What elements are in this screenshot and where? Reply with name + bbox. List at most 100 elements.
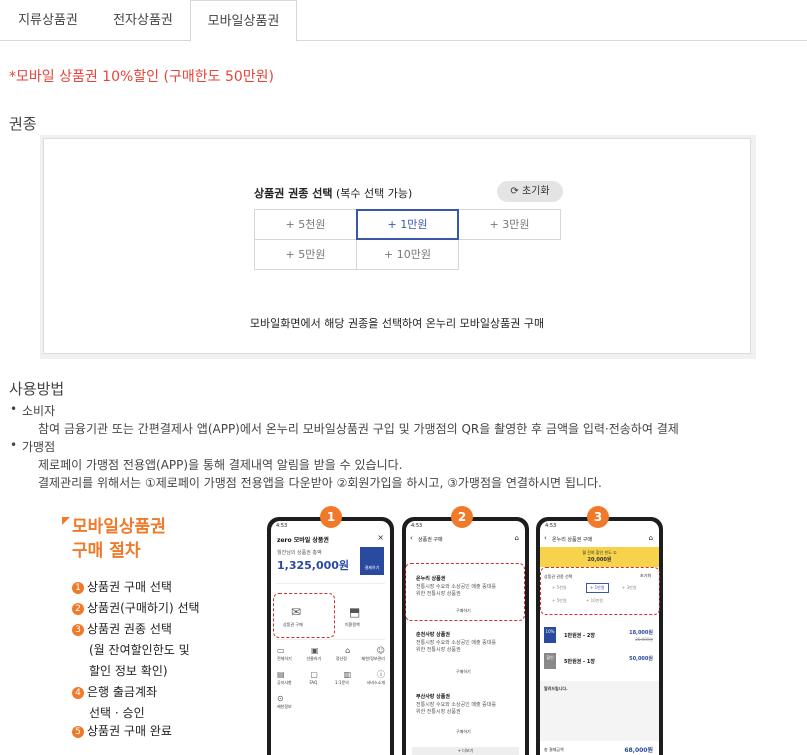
- divider: [276, 639, 385, 640]
- step-text: 은행 출금계좌: [87, 685, 158, 699]
- screen-title: 온누리 상품권 구매: [552, 537, 592, 543]
- step-text: 상품권 구매 선택: [87, 580, 172, 594]
- menu-icons-row-1: ▭ ▣ ⌂ ☺: [277, 647, 385, 655]
- step-number-icon: 4: [72, 687, 84, 699]
- step-4-sub: 선택 · 승인: [89, 706, 145, 720]
- megaphone-icon: ▤: [277, 670, 285, 679]
- step-5: 5 상품권 구매 완료: [72, 722, 172, 739]
- step-3-sub-2: 할인 정보 확인): [89, 664, 168, 678]
- step-3: 3 상품권 권종 선택: [72, 620, 172, 637]
- app-title: zero 모바일 상품권: [277, 537, 329, 544]
- plain-badge: 할인: [544, 653, 556, 669]
- panel-footer: 모바일화면에서 해당 권종을 선택하여 온누리 모바일상품권 구매: [249, 317, 545, 330]
- home-icon[interactable]: ⌂: [515, 534, 519, 542]
- voucher-busan[interactable]: 부산사랑 상품권: [416, 693, 450, 700]
- row2-price: 50,000원: [629, 656, 653, 662]
- more-button[interactable]: + 더보기: [412, 747, 519, 755]
- home-icon[interactable]: ⌂: [649, 534, 653, 542]
- buy-button[interactable]: 구매하기: [456, 729, 471, 735]
- wallet-icon: ▭: [277, 646, 285, 655]
- row1-original: 20,000원: [635, 637, 653, 642]
- pay-button[interactable]: 결제하기: [360, 547, 384, 575]
- faq-icon: ▢: [310, 670, 318, 679]
- tab-mobile-voucher[interactable]: 모바일상품권: [190, 0, 297, 42]
- step-3-sub-1: (월 잔여할인한도 및: [89, 643, 190, 657]
- phone-screenshot-3: 4:53 ‹ 온누리 상품권 구매 ⌂ 월 잔여 할인 한도 ① 20,000원…: [536, 517, 663, 755]
- panel-heading-bold: 상품권 권종 선택: [254, 187, 333, 200]
- panel-heading-note: (복수 선택 가능): [332, 187, 413, 200]
- balance-label: 월잔님의 상품권 총액: [277, 550, 322, 556]
- shield-icon: ⊙: [277, 694, 284, 703]
- step-number-icon: 3: [72, 624, 84, 636]
- menu-labels-row-1: 전체하기 선물하기 정산정 제한/정보관리: [277, 655, 385, 663]
- merchant-text-1: 제로페이 가맹점 전용앱(APP)을 통해 결제내역 알림을 받을 수 있습니다…: [38, 458, 403, 472]
- divider: [276, 583, 385, 584]
- notice-area: 알려드립니다.: [540, 681, 659, 741]
- step-text: 상품권 권종 선택: [87, 622, 172, 636]
- step-1: 1 상품권 구매 선택: [72, 578, 172, 595]
- screen-title: 상품권 구매: [418, 537, 443, 543]
- menu-item[interactable]: 제한정보: [277, 703, 385, 711]
- menu-item[interactable]: 선물하기: [306, 655, 321, 663]
- phone-3-screen: 4:53 ‹ 온누리 상품권 구매 ⌂ 월 잔여 할인 한도 ① 20,000원…: [540, 521, 659, 755]
- option-30k[interactable]: + 3만원: [458, 209, 561, 240]
- chat-icon: ▥: [343, 670, 352, 679]
- step-text: 상품권(구매하기) 선택: [87, 601, 200, 615]
- step-number-icon: 5: [72, 726, 84, 738]
- gift-icon: ▣: [311, 646, 319, 655]
- back-icon[interactable]: ‹: [410, 534, 413, 542]
- gift-label[interactable]: 미환원액: [345, 622, 360, 628]
- phone-2-screen: 4:53 ‹ 상품권 구매 ⌂ 온누리 상품권 전통시장 수요와 소상공인 매출…: [406, 521, 525, 755]
- step-number-icon: 2: [72, 603, 84, 615]
- menu-item[interactable]: 전체하기: [277, 655, 292, 663]
- option-10k[interactable]: + 1만원: [356, 209, 459, 240]
- step-2: 2 상품권(구매하기) 선택: [72, 599, 200, 616]
- limit-amount: 20,000원: [587, 557, 612, 563]
- menu-icons-row-2: ▤ ▢ ▥ ⓘ: [277, 671, 385, 679]
- phone-1-screen: 4:53 zero 모바일 상품권 × 월잔님의 상품권 총액 1,325,00…: [271, 521, 390, 755]
- refund-icon: ⬒: [349, 605, 361, 619]
- option-50k[interactable]: + 5만원: [254, 239, 357, 270]
- menu-item[interactable]: 서비스소개: [367, 679, 385, 687]
- consumer-text: 참여 금융기관 또는 간편결제사 앱(APP)에서 온누리 모바일상품권 구입 …: [38, 422, 679, 436]
- menu-item[interactable]: 정산정: [336, 655, 347, 663]
- step-text: 상품권 구매 완료: [87, 724, 172, 738]
- menu-item[interactable]: 1:1문의: [335, 679, 349, 687]
- merchant-label: 가맹점: [10, 438, 55, 455]
- merchant-text-2: 결제관리를 위해서는 ①제로페이 가맹점 전용앱을 다운받아 ②회원가입을 하시…: [38, 476, 602, 490]
- highlight-box-2: [405, 563, 525, 621]
- step-badge-2: 2: [451, 506, 473, 528]
- buy-button[interactable]: 구매하기: [456, 669, 471, 675]
- menu-item[interactable]: 공지사항: [277, 679, 292, 687]
- total-amount: 68,000원: [624, 747, 653, 754]
- procedure-title-line2: 구매 절차: [72, 541, 141, 561]
- notice-title: 알려드립니다.: [544, 686, 568, 691]
- back-icon[interactable]: ‹: [544, 534, 547, 542]
- voucher-chuncheon[interactable]: 춘천사랑 상품권: [416, 631, 450, 638]
- menu-item[interactable]: 제한/정보관리: [362, 655, 385, 663]
- tab-electronic-voucher[interactable]: 전자상품권: [96, 0, 190, 41]
- highlight-box-3: [540, 567, 660, 615]
- voucher-desc: 전통시장 수요와 소상공인 매출 증대를 위한 전통시장 상품권: [416, 640, 496, 653]
- step-4: 4 은행 출금계좌: [72, 683, 157, 700]
- procedure-title-line1: 모바일상품권: [72, 517, 166, 537]
- close-icon: ×: [377, 533, 384, 542]
- denomination-panel: 상품권 권종 선택 (복수 선택 가능) ⟳ 초기화 + 5천원 + 1만원 +…: [40, 135, 756, 359]
- reset-label: 초기화: [521, 186, 550, 197]
- tab-paper-voucher[interactable]: 지류상품권: [0, 0, 96, 41]
- row2-name: 5만원권 - 1장: [564, 659, 595, 665]
- step-number-icon: 1: [72, 582, 84, 594]
- info-icon: ⓘ: [376, 670, 385, 679]
- refresh-icon: ⟳: [510, 186, 519, 197]
- menu-labels-row-2: 공지사항 FAQ 1:1문의 서비스소개: [277, 679, 385, 687]
- procedure-title: 모바일상품권 구매 절차: [72, 515, 166, 563]
- option-100k[interactable]: + 10만원: [356, 239, 459, 270]
- total-label: 총 결제금액: [544, 747, 564, 752]
- balance-amount: 1,325,000원: [277, 559, 350, 572]
- discount-limit-box: 월 잔여 할인 한도 ① 20,000원: [540, 547, 659, 567]
- title-corner-icon: [62, 517, 70, 525]
- option-5k[interactable]: + 5천원: [254, 209, 357, 240]
- discount-badge: 10%: [544, 627, 556, 643]
- menu-item[interactable]: FAQ: [310, 679, 318, 687]
- reset-button[interactable]: ⟳ 초기화: [497, 181, 563, 202]
